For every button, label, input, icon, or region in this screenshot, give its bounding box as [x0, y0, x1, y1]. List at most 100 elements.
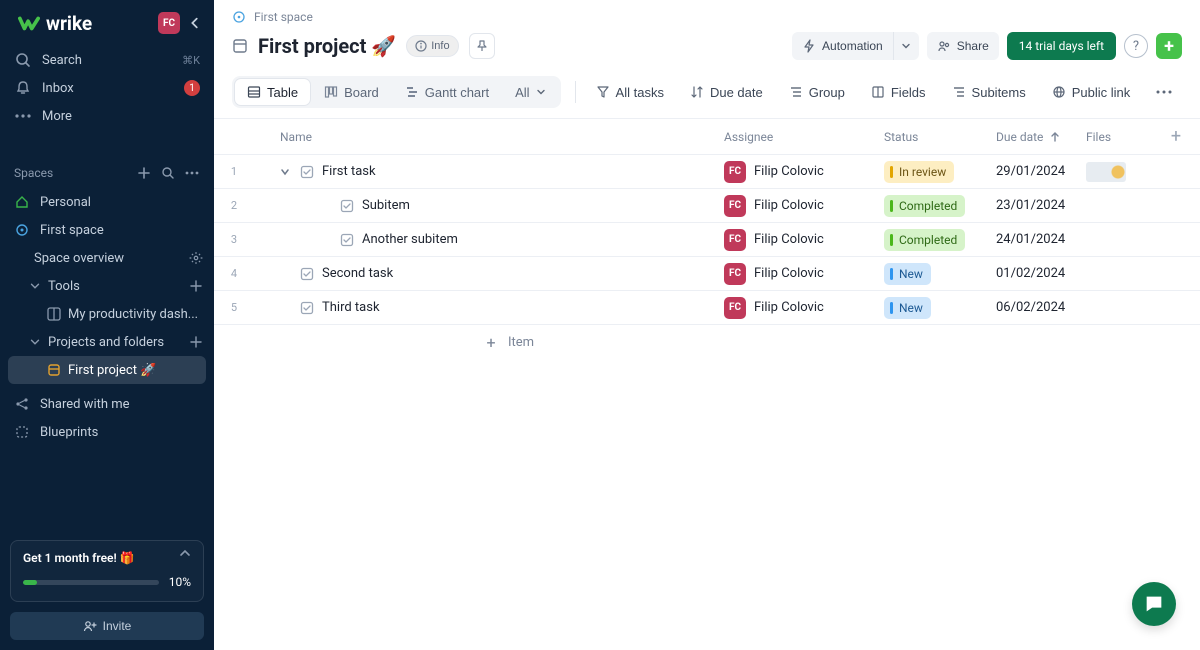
- tab-gantt[interactable]: Gantt chart: [393, 79, 501, 105]
- user-avatar[interactable]: FC: [158, 12, 180, 34]
- expand-icon[interactable]: [278, 165, 292, 179]
- globe-icon: [1052, 85, 1066, 99]
- project-icon: [232, 38, 248, 54]
- gear-icon[interactable]: [188, 250, 204, 266]
- project-title[interactable]: First project 🚀: [258, 34, 396, 58]
- group-icon: [789, 85, 803, 99]
- public-link-button[interactable]: Public link: [1046, 79, 1137, 105]
- info-button[interactable]: Info: [406, 35, 458, 57]
- sort-icon: [690, 85, 704, 99]
- status-label: New: [899, 267, 923, 281]
- invite-button[interactable]: Invite: [10, 612, 204, 640]
- assignee-cell[interactable]: FC Filip Colovic: [724, 297, 884, 319]
- assignee-avatar: FC: [724, 297, 746, 319]
- bolt-icon: [802, 39, 816, 53]
- space-icon: [232, 10, 246, 24]
- share-button[interactable]: Share: [927, 32, 999, 60]
- row-number: 3: [214, 233, 254, 246]
- tools-folder[interactable]: Tools: [0, 272, 214, 300]
- task-row[interactable]: 2SubitemFCFilip ColovicCompleted23/01/20…: [214, 189, 1200, 223]
- col-assignee[interactable]: Assignee: [724, 130, 884, 144]
- status-label: Completed: [899, 233, 957, 247]
- automation-dropdown[interactable]: [893, 32, 919, 60]
- pin-button[interactable]: [469, 33, 495, 59]
- projects-folder[interactable]: Projects and folders: [0, 328, 214, 356]
- assignee-cell[interactable]: FCFilip Colovic: [724, 195, 884, 217]
- status-cell[interactable]: Completed: [884, 229, 996, 251]
- status-cell[interactable]: In review: [884, 161, 996, 183]
- task-row[interactable]: 1First taskFCFilip ColovicIn review29/01…: [214, 155, 1200, 189]
- main: First space First project 🚀 Info Automat…: [214, 0, 1200, 650]
- fields-button[interactable]: Fields: [865, 79, 932, 105]
- dashboard-item[interactable]: My productivity dash...: [0, 300, 214, 328]
- blueprints[interactable]: Blueprints: [0, 418, 214, 446]
- status-cell[interactable]: New: [884, 263, 996, 285]
- file-thumbnail[interactable]: [1086, 162, 1126, 182]
- spaces-more-icon[interactable]: [184, 165, 200, 181]
- due-date-cell[interactable]: 29/01/2024: [996, 164, 1086, 179]
- subitems-button[interactable]: Subitems: [946, 79, 1032, 105]
- assignee-name: Filip Colovic: [754, 300, 824, 315]
- promo-percent: 10%: [169, 575, 191, 589]
- filter-all-tasks[interactable]: All tasks: [590, 79, 670, 105]
- pin-icon: [475, 39, 489, 53]
- trial-badge[interactable]: 14 trial days left: [1007, 32, 1116, 60]
- due-date-cell[interactable]: 23/01/2024: [996, 198, 1086, 213]
- task-row[interactable]: 4Second taskFCFilip ColovicNew01/02/2024: [214, 257, 1200, 291]
- toolbar-more[interactable]: [1150, 79, 1178, 105]
- sort-due-date[interactable]: Due date: [684, 79, 769, 105]
- files-cell[interactable]: [1086, 162, 1156, 182]
- space-icon: [14, 222, 30, 238]
- col-status[interactable]: Status: [884, 130, 996, 144]
- breadcrumb[interactable]: First space: [214, 0, 1200, 28]
- home-icon: [14, 194, 30, 210]
- help-button[interactable]: ?: [1124, 34, 1148, 58]
- task-icon: [300, 165, 314, 179]
- add-project-icon[interactable]: [188, 334, 204, 350]
- due-date-cell[interactable]: 01/02/2024: [996, 266, 1086, 281]
- promo-collapse-icon[interactable]: [177, 545, 195, 563]
- task-icon: [340, 199, 354, 213]
- blueprint-icon: [14, 424, 30, 440]
- chat-fab[interactable]: [1132, 582, 1176, 626]
- due-date-cell[interactable]: 06/02/2024: [996, 300, 1086, 315]
- assignee-cell[interactable]: FCFilip Colovic: [724, 161, 884, 183]
- add-item-row[interactable]: + Item: [214, 325, 1200, 359]
- collapse-sidebar-icon[interactable]: [188, 16, 202, 30]
- col-due-date[interactable]: Due date: [996, 130, 1086, 144]
- add-tool-icon[interactable]: [188, 278, 204, 294]
- automation-button[interactable]: Automation: [792, 32, 893, 60]
- wrike-logo[interactable]: wrike: [18, 12, 92, 35]
- col-name[interactable]: Name: [254, 130, 724, 144]
- tab-board[interactable]: Board: [312, 79, 391, 105]
- views-all-dropdown[interactable]: All: [503, 79, 557, 105]
- search-spaces-icon[interactable]: [160, 165, 176, 181]
- space-personal[interactable]: Personal: [0, 188, 214, 216]
- assignee-avatar: FC: [724, 229, 746, 251]
- sidebar-more[interactable]: More: [0, 102, 214, 130]
- status-cell[interactable]: New: [884, 297, 996, 319]
- create-button[interactable]: +: [1156, 33, 1182, 59]
- shared-with-me[interactable]: Shared with me: [0, 390, 214, 418]
- due-date-cell[interactable]: 24/01/2024: [996, 232, 1086, 247]
- task-name: Second task: [322, 266, 393, 281]
- status-cell[interactable]: Completed: [884, 195, 996, 217]
- assignee-cell[interactable]: FCFilip Colovic: [724, 263, 884, 285]
- space-first-space[interactable]: First space: [0, 216, 214, 244]
- group-button[interactable]: Group: [783, 79, 851, 105]
- tab-table[interactable]: Table: [235, 79, 310, 105]
- assignee-cell[interactable]: FCFilip Colovic: [724, 229, 884, 251]
- assignee-name: Filip Colovic: [754, 164, 824, 179]
- col-files[interactable]: Files: [1086, 130, 1156, 144]
- add-space-icon[interactable]: [136, 165, 152, 181]
- sidebar-inbox[interactable]: Inbox 1: [0, 74, 214, 102]
- chat-icon: [1143, 593, 1165, 615]
- task-row[interactable]: 5Third taskFCFilip ColovicNew06/02/2024: [214, 291, 1200, 325]
- space-overview[interactable]: Space overview: [0, 244, 214, 272]
- subitems-icon: [952, 85, 966, 99]
- task-row[interactable]: 3Another subitemFCFilip ColovicCompleted…: [214, 223, 1200, 257]
- sidebar-search[interactable]: Search ⌘K: [0, 46, 214, 74]
- first-project-nav[interactable]: First project 🚀: [8, 356, 206, 384]
- add-column-button[interactable]: +: [1156, 126, 1196, 147]
- automation-split: Automation: [792, 32, 919, 60]
